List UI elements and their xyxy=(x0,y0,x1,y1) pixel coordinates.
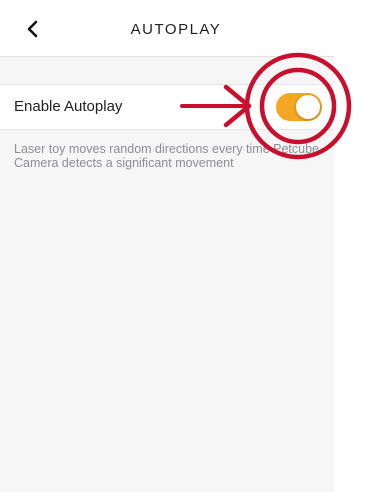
enable-autoplay-row: Enable Autoplay xyxy=(0,84,334,130)
toggle-knob xyxy=(296,95,320,119)
enable-autoplay-label: Enable Autoplay xyxy=(14,98,123,115)
description-line-2: Camera detects a significant movement xyxy=(14,156,234,170)
navigation-bar: AUTOPLAY xyxy=(0,0,334,57)
description-line-1: Laser toy moves random directions every … xyxy=(14,142,319,156)
enable-autoplay-toggle[interactable] xyxy=(276,93,322,121)
page-title: AUTOPLAY xyxy=(130,21,222,38)
screen: AUTOPLAY Enable Autoplay Laser toy moves… xyxy=(0,0,373,492)
app-screen: AUTOPLAY Enable Autoplay Laser toy moves… xyxy=(0,0,334,492)
autoplay-description: Laser toy moves random directions every … xyxy=(14,142,334,170)
